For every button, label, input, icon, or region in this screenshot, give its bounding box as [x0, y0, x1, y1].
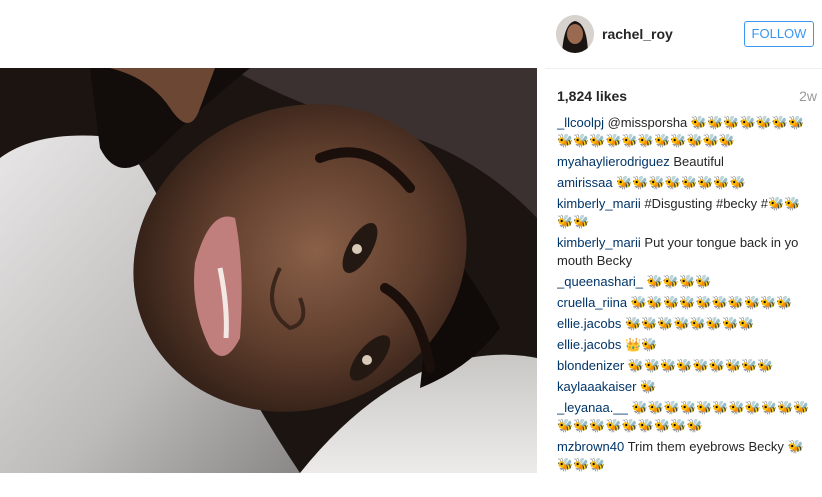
comment-author[interactable]: _queenashari_: [557, 274, 643, 289]
comment-item: _queenashari_ 🐝🐝🐝🐝: [557, 273, 815, 291]
comment-item: _leyanaa.__ 🐝🐝🐝🐝🐝🐝🐝🐝🐝🐝🐝🐝🐝🐝🐝🐝🐝🐝🐝🐝: [557, 399, 815, 435]
post-meta: 1,824 likes 2w: [557, 88, 817, 106]
post-age[interactable]: 2w: [799, 88, 817, 104]
comment-item: _llcoolpj @missporsha 🐝🐝🐝🐝🐝🐝🐝🐝🐝🐝🐝🐝🐝🐝🐝🐝🐝🐝: [557, 114, 815, 150]
comment-text: 🐝🐝🐝🐝🐝🐝🐝🐝🐝🐝: [630, 295, 793, 310]
comment-item: cruella_riina 🐝🐝🐝🐝🐝🐝🐝🐝🐝🐝: [557, 294, 815, 312]
comment-author[interactable]: ellie.jacobs: [557, 316, 621, 331]
post-sidebar: rachel_roy FOLLOW 1,824 likes 2w _llcool…: [545, 0, 822, 497]
selfie-image: [0, 68, 537, 473]
comment-author[interactable]: myahaylierodriguez: [557, 154, 670, 169]
comment-text: 🐝🐝🐝🐝🐝🐝🐝🐝: [616, 175, 746, 190]
comment-author[interactable]: ellie.jacobs: [557, 337, 621, 352]
comment-author[interactable]: mzbrown40: [557, 439, 624, 454]
comment-item: kimberly_marii #Disgusting #becky #🐝🐝🐝🐝: [557, 195, 815, 231]
comment-author[interactable]: _llcoolpj: [557, 115, 604, 130]
follow-button[interactable]: FOLLOW: [744, 21, 814, 47]
comment-item: blondenizer 🐝🐝🐝🐝🐝🐝🐝🐝🐝: [557, 357, 815, 375]
comment-author[interactable]: kimberly_marii: [557, 196, 641, 211]
comment-author[interactable]: kimberly_marii: [557, 235, 641, 250]
profile-avatar-icon: [556, 15, 594, 53]
comment-author[interactable]: kaylaaakaiser: [557, 379, 637, 394]
comment-text: 🐝🐝🐝🐝🐝🐝🐝🐝🐝: [627, 358, 774, 373]
comment-author[interactable]: _leyanaa.__: [557, 400, 628, 415]
comment-text: 👑🐝: [624, 337, 658, 352]
post-header: rachel_roy FOLLOW: [545, 0, 822, 69]
comment-item: ellie.jacobs 👑🐝: [557, 336, 815, 354]
comment-item: mzbrown40 Trim them eyebrows Becky 🐝🐝🐝🐝: [557, 438, 815, 474]
comment-text: 🐝: [640, 379, 657, 394]
comment-item: kimberly_marii Put your tongue back in y…: [557, 234, 815, 270]
comment-text: 🐝🐝🐝🐝: [646, 274, 712, 289]
comment-author[interactable]: cruella_riina: [557, 295, 627, 310]
comment-text: 🐝🐝🐝🐝🐝🐝🐝🐝: [624, 316, 755, 331]
post-photo[interactable]: [0, 68, 537, 473]
username-link[interactable]: rachel_roy: [602, 26, 673, 42]
comment-author[interactable]: blondenizer: [557, 358, 624, 373]
comment-item: kaylaaakaiser 🐝: [557, 378, 815, 396]
avatar[interactable]: [556, 15, 594, 53]
comment-item: myahaylierodriguez Beautiful: [557, 153, 815, 171]
comment-list[interactable]: _llcoolpj @missporsha 🐝🐝🐝🐝🐝🐝🐝🐝🐝🐝🐝🐝🐝🐝🐝🐝🐝🐝…: [557, 114, 815, 497]
likes-count[interactable]: 1,824 likes: [557, 88, 627, 104]
comment-text: Beautiful: [673, 154, 724, 169]
comment-author[interactable]: amirissaa: [557, 175, 613, 190]
comment-item: ellie.jacobs 🐝🐝🐝🐝🐝🐝🐝🐝: [557, 315, 815, 333]
comment-item: amirissaa 🐝🐝🐝🐝🐝🐝🐝🐝: [557, 174, 815, 192]
